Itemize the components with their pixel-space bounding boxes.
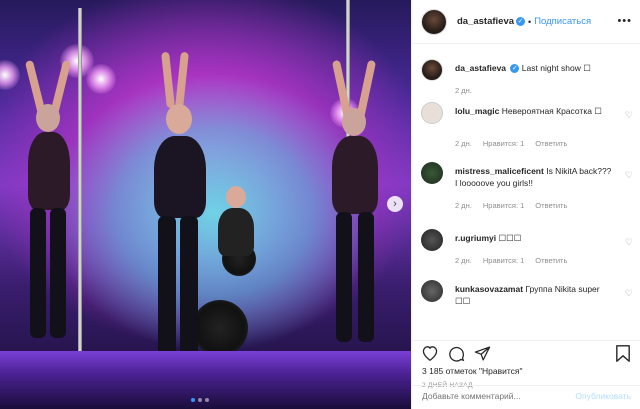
caption-body: Last night show ☐ (521, 63, 591, 73)
caption-text: da_astafieva ✓ Last night show ☐ (455, 62, 615, 74)
carousel-dot (191, 398, 195, 402)
comment-text: mistress_maliceficent Is NikitA back??? … (455, 165, 615, 189)
heart-icon[interactable]: ♡ (625, 170, 633, 181)
publish-button[interactable]: Опубликовать (575, 391, 631, 401)
follow-button[interactable]: Подписаться (534, 16, 591, 27)
comment-username[interactable]: kunkasovazamat (455, 284, 523, 294)
comments-list[interactable]: da_astafieva ✓ Last night show ☐ 2 дн. l… (412, 44, 640, 336)
comment-username[interactable]: r.ugriumyi (455, 233, 496, 243)
more-options-icon[interactable]: ••• (617, 15, 632, 27)
heart-icon[interactable]: ♡ (625, 288, 633, 299)
drum-kit (192, 300, 248, 356)
heart-icon[interactable]: ♡ (625, 110, 633, 121)
comment-likes[interactable]: Нравится: 1 (483, 201, 524, 210)
header-username[interactable]: da_astafieva (457, 16, 514, 27)
comment-text: kunkasovazamat Группа Nikita super ☐☐ (455, 283, 615, 307)
comment-text: lolu_magic Невероятная Красотка ☐ (455, 105, 615, 117)
avatar[interactable] (421, 162, 443, 184)
avatar[interactable] (421, 229, 443, 251)
comment-username[interactable]: lolu_magic (455, 106, 499, 116)
comment-text: r.ugriumyi ☐☐☐ (455, 232, 615, 244)
comment-likes[interactable]: Нравится: 1 (483, 139, 524, 148)
verified-badge-icon: ✓ (510, 64, 520, 74)
stage-light (86, 64, 116, 94)
header-separator: • (528, 16, 532, 27)
comment-meta: 2 дн. Нравится: 1 Ответить (455, 201, 567, 210)
likes-count[interactable]: 3 185 отметок "Нравится" (422, 366, 523, 376)
comment-icon[interactable] (448, 345, 465, 367)
comment-likes[interactable]: Нравится: 1 (483, 256, 524, 265)
add-comment-bar: Опубликовать (412, 385, 640, 409)
carousel-dot (205, 398, 209, 402)
post-sidebar: da_astafieva ✓ • Подписаться ••• da_asta… (411, 0, 640, 409)
avatar[interactable] (421, 280, 443, 302)
reply-button[interactable]: Ответить (535, 256, 567, 265)
comment-time[interactable]: 2 дн. (455, 256, 472, 265)
avatar[interactable] (421, 59, 443, 81)
verified-badge-icon: ✓ (516, 17, 526, 26)
reply-button[interactable]: Ответить (535, 139, 567, 148)
carousel-dots (191, 398, 209, 402)
comment-username[interactable]: mistress_maliceficent (455, 166, 544, 176)
comment-time[interactable]: 2 дн. (455, 139, 472, 148)
comment-input[interactable] (422, 391, 572, 401)
post-header: da_astafieva ✓ • Подписаться ••• (412, 0, 640, 44)
carousel-dot (198, 398, 202, 402)
comment-body: ☐☐☐ (498, 233, 522, 243)
caption-username[interactable]: da_astafieva (455, 63, 506, 73)
comment-meta: 2 дн. Нравится: 1 Ответить (455, 139, 567, 148)
bookmark-icon[interactable] (616, 345, 630, 367)
comment-time[interactable]: 2 дн. (455, 201, 472, 210)
reply-button[interactable]: Ответить (535, 201, 567, 210)
avatar[interactable] (421, 102, 443, 124)
heart-icon[interactable]: ♡ (625, 237, 633, 248)
caption-meta: 2 дн. (455, 86, 472, 95)
heart-icon[interactable] (421, 345, 439, 366)
stage-light (0, 60, 20, 90)
avatar[interactable] (421, 8, 447, 35)
share-icon[interactable] (474, 345, 491, 367)
caption-time[interactable]: 2 дн. (455, 86, 472, 95)
pole (78, 8, 82, 358)
comment-meta: 2 дн. Нравится: 1 Ответить (455, 256, 567, 265)
chevron-right-icon[interactable]: › (387, 196, 403, 212)
post-image[interactable]: › (0, 0, 411, 409)
comment-body: Невероятная Красотка ☐ (501, 106, 602, 116)
